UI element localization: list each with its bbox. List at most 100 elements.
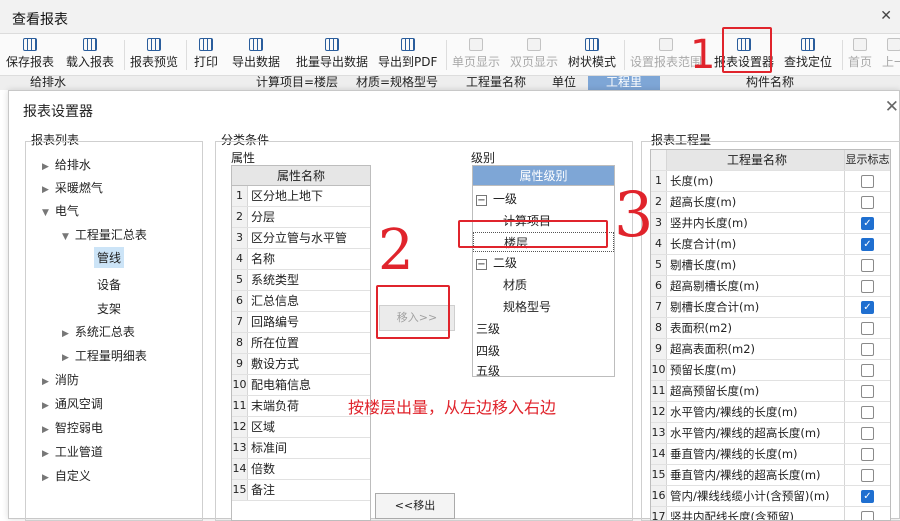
quantity-row[interactable]: 14垂直管内/裸线的长度(m) [651, 444, 890, 465]
tree-item-industrial[interactable]: ▶工业管道 [42, 443, 103, 460]
double-page-button[interactable]: 双页显示 [510, 36, 558, 74]
show-flag-checkbox[interactable] [861, 175, 874, 188]
attribute-name: 倍数 [248, 459, 370, 479]
prev-page-button[interactable]: 上一 [882, 36, 900, 74]
show-flag-checkbox[interactable] [861, 280, 874, 293]
show-flag-checkbox[interactable] [861, 385, 874, 398]
show-flag-checkbox[interactable] [861, 364, 874, 377]
attribute-row[interactable]: 8所在位置 [232, 333, 370, 354]
quantity-row[interactable]: 3竖井内长度(m)✓ [651, 213, 890, 234]
attribute-row[interactable]: 5系统类型 [232, 270, 370, 291]
quantity-row[interactable]: 4长度合计(m)✓ [651, 234, 890, 255]
show-flag-checkbox[interactable] [861, 322, 874, 335]
close-icon[interactable]: ✕ [880, 8, 892, 24]
export-data-button[interactable]: 导出数据 [232, 36, 280, 74]
batch-export-button[interactable]: 批量导出数据 [296, 36, 368, 74]
attribute-row[interactable]: 1区分地上地下 [232, 186, 370, 207]
quantity-row[interactable]: 1长度(m) [651, 171, 890, 192]
tree-item-fire[interactable]: ▶消防 [42, 371, 79, 388]
quantity-row[interactable]: 9超高表面积(m2) [651, 339, 890, 360]
quantity-name: 长度合计(m) [667, 234, 844, 254]
attribute-row[interactable]: 12区域 [232, 417, 370, 438]
show-flag-checkbox[interactable] [861, 259, 874, 272]
level-item-spec[interactable]: 规格型号 [503, 298, 551, 315]
tree-item-summary[interactable]: ▼工程量汇总表 [62, 226, 147, 243]
attribute-row[interactable]: 4名称 [232, 249, 370, 270]
quantity-row[interactable]: 2超高长度(m) [651, 192, 890, 213]
level-1[interactable]: −一级 [476, 190, 517, 207]
show-flag-checkbox[interactable] [861, 427, 874, 440]
quantity-row[interactable]: 10预留长度(m) [651, 360, 890, 381]
level-2[interactable]: −二级 [476, 254, 517, 271]
quantity-row[interactable]: 7剔槽长度合计(m)✓ [651, 297, 890, 318]
show-flag-checkbox[interactable] [861, 343, 874, 356]
level-item-material[interactable]: 材质 [503, 276, 527, 293]
attribute-row[interactable]: 7回路编号 [232, 312, 370, 333]
export-pdf-button[interactable]: 导出到PDF [378, 36, 437, 74]
attribute-row[interactable]: 10配电箱信息 [232, 375, 370, 396]
single-page-icon [469, 38, 483, 51]
tree-item-pipeline[interactable]: 管线 [94, 247, 124, 268]
show-flag-checkbox[interactable] [861, 469, 874, 482]
attribute-name: 配电箱信息 [248, 375, 370, 395]
close-icon[interactable]: ✕ [885, 97, 899, 117]
grid-col: 计算项目=楼层 [256, 76, 338, 90]
show-flag-checkbox[interactable] [861, 448, 874, 461]
attribute-row[interactable]: 6汇总信息 [232, 291, 370, 312]
chevron-right-icon: ▶ [42, 377, 49, 387]
attribute-row[interactable]: 13标准间 [232, 438, 370, 459]
tree-item-hvac[interactable]: ▶通风空调 [42, 395, 103, 412]
single-page-button[interactable]: 单页显示 [452, 36, 500, 74]
tree-item-detail[interactable]: ▶工程量明细表 [62, 347, 147, 364]
show-flag-checkbox[interactable] [861, 511, 874, 521]
quantity-row[interactable]: 16管内/裸线线缆小计(含预留)(m)✓ [651, 486, 890, 507]
first-page-button[interactable]: 首页 [848, 36, 872, 74]
tree-item-equipment[interactable]: 设备 [97, 276, 121, 293]
tree-item-bracket[interactable]: 支架 [97, 300, 121, 317]
level-5[interactable]: 五级 [476, 362, 500, 379]
instruction-note: 按楼层出量，从左边移入右边 [348, 394, 556, 418]
quantity-row[interactable]: 12水平管内/裸线的长度(m) [651, 402, 890, 423]
level-label: 级别 [471, 149, 495, 166]
quantity-row[interactable]: 8表面积(m2) [651, 318, 890, 339]
attribute-row[interactable]: 9敷设方式 [232, 354, 370, 375]
save-report-button[interactable]: 保存报表 [6, 36, 54, 74]
show-flag-checkbox[interactable]: ✓ [861, 238, 874, 251]
attribute-row[interactable]: 3区分立管与水平管 [232, 228, 370, 249]
grid-col: 工程量名称 [466, 76, 526, 90]
attribute-row[interactable]: 2分层 [232, 207, 370, 228]
row-number: 15 [232, 480, 248, 500]
attribute-row[interactable]: 15备注 [232, 480, 370, 501]
tree-item-water[interactable]: ▶给排水 [42, 156, 91, 173]
attribute-name: 分层 [248, 207, 370, 227]
show-flag-checkbox[interactable] [861, 406, 874, 419]
quantity-row[interactable]: 5剔槽长度(m) [651, 255, 890, 276]
report-grid-header: 给排水 计算项目=楼层 材质=规格型号 工程量名称 单位 工程里 构件名称 [0, 76, 900, 90]
report-preview-button[interactable]: 报表预览 [130, 36, 178, 74]
tree-mode-button[interactable]: 树状模式 [568, 36, 616, 74]
show-flag-checkbox[interactable] [861, 196, 874, 209]
attribute-name: 区域 [248, 417, 370, 437]
show-flag-checkbox[interactable]: ✓ [861, 490, 874, 503]
find-locate-button[interactable]: 查找定位 [784, 36, 832, 74]
tree-item-system-summary[interactable]: ▶系统汇总表 [62, 323, 135, 340]
move-out-button[interactable]: <<移出 [375, 493, 455, 519]
preview-icon [147, 38, 161, 51]
tree-item-heating[interactable]: ▶采暖燃气 [42, 179, 103, 196]
quantity-row[interactable]: 13水平管内/裸线的超高长度(m) [651, 423, 890, 444]
attribute-row[interactable]: 14倍数 [232, 459, 370, 480]
quantity-row[interactable]: 11超高预留长度(m) [651, 381, 890, 402]
level-4[interactable]: 四级 [476, 342, 500, 359]
row-number: 5 [651, 255, 667, 275]
tree-item-electric[interactable]: ▼电气 [42, 202, 79, 219]
tree-item-weak-current[interactable]: ▶智控弱电 [42, 419, 103, 436]
quantity-row[interactable]: 15垂直管内/裸线的超高长度(m) [651, 465, 890, 486]
quantity-row[interactable]: 6超高剔槽长度(m) [651, 276, 890, 297]
level-3[interactable]: 三级 [476, 320, 500, 337]
show-flag-checkbox[interactable]: ✓ [861, 301, 874, 314]
load-report-button[interactable]: 载入报表 [66, 36, 114, 74]
print-button[interactable]: 打印 [194, 36, 218, 74]
attribute-name: 名称 [248, 249, 370, 269]
show-flag-checkbox[interactable]: ✓ [861, 217, 874, 230]
tree-item-custom[interactable]: ▶自定义 [42, 467, 91, 484]
